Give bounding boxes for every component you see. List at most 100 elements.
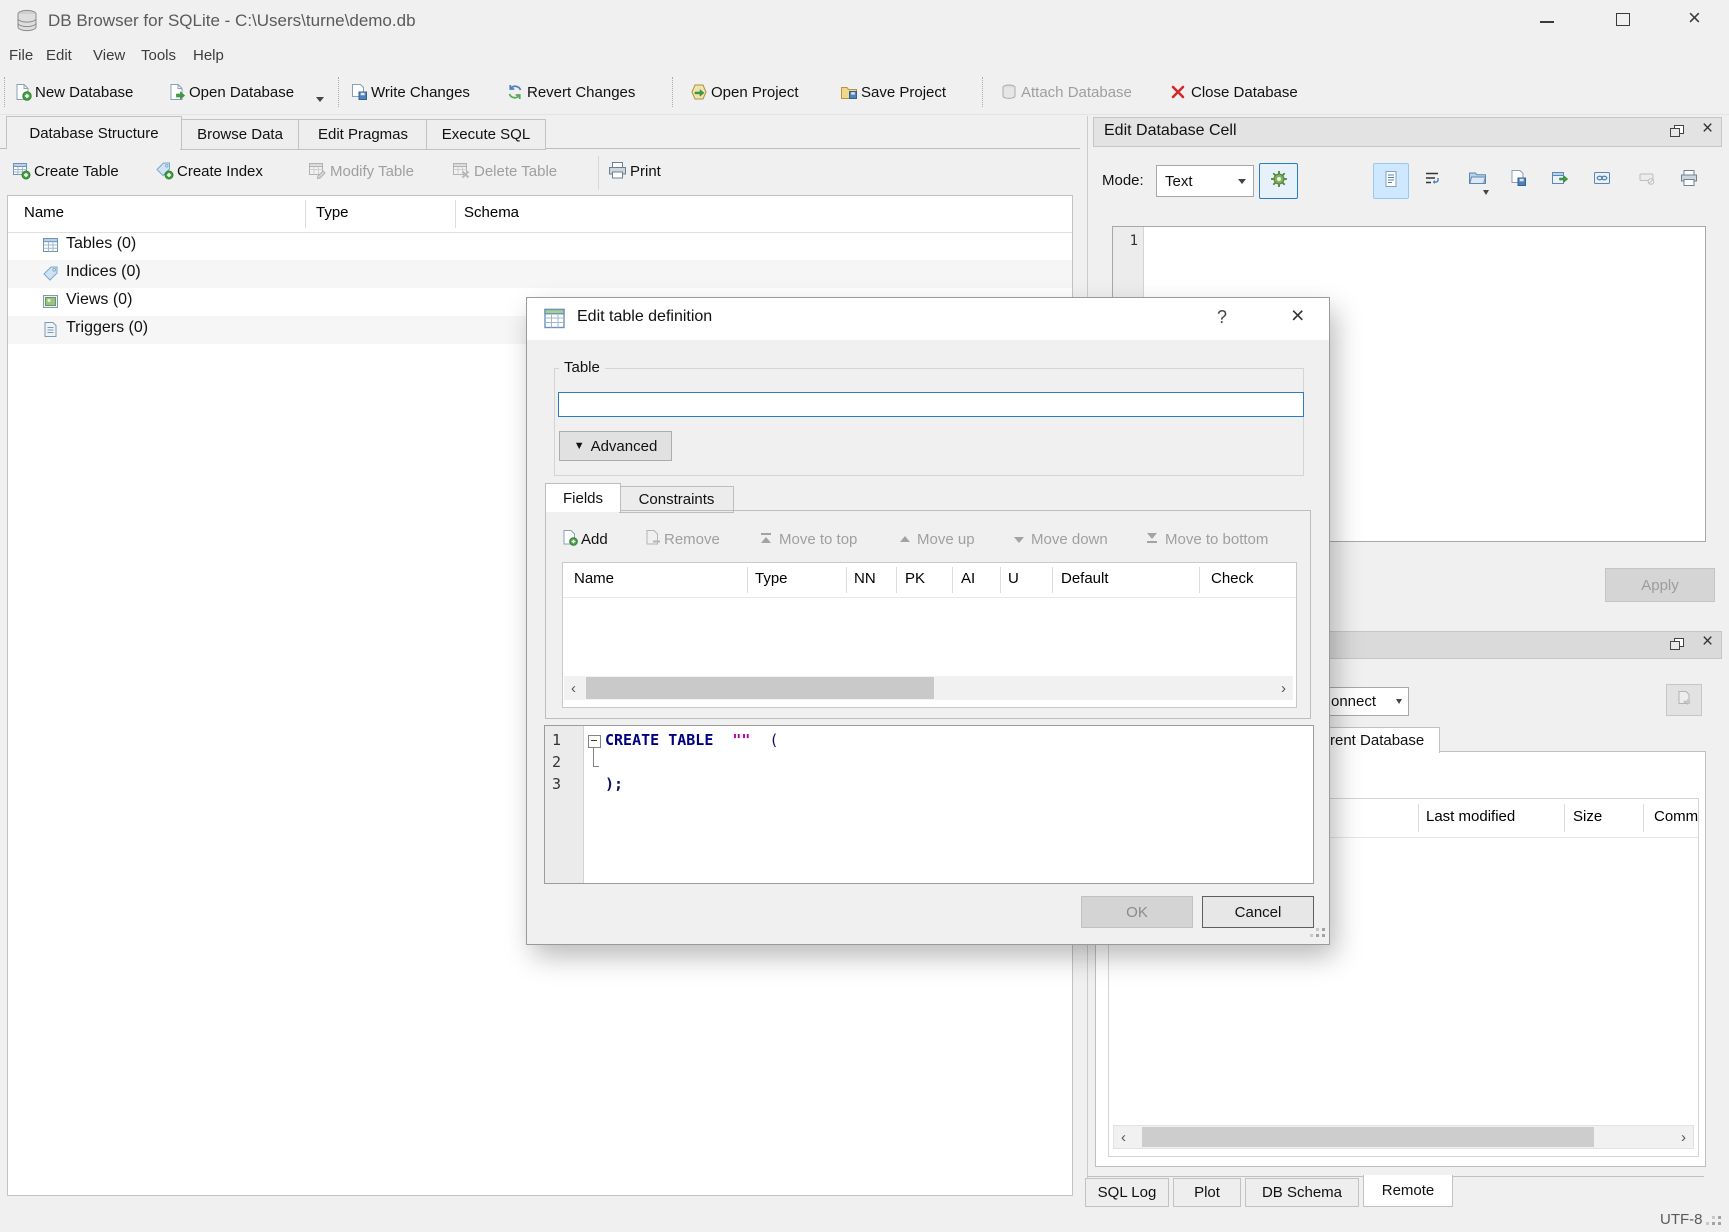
tree-col-name[interactable]: Name: [24, 204, 64, 221]
close-panel-icon[interactable]: ×: [1702, 118, 1713, 140]
apply-cell-button[interactable]: [1543, 163, 1577, 197]
remote-header-divider: [1418, 804, 1419, 832]
printer-icon: [1680, 169, 1698, 191]
set-null-button[interactable]: [1630, 163, 1664, 197]
menu-view[interactable]: View: [93, 47, 125, 64]
word-wrap-button[interactable]: [1415, 163, 1449, 197]
open-project-button[interactable]: Open Project: [711, 84, 799, 101]
table-name-input[interactable]: [558, 392, 1304, 417]
minimize-button[interactable]: [1540, 21, 1554, 23]
chevron-right-icon[interactable]: ›: [1681, 1126, 1686, 1148]
tab-fields[interactable]: Fields: [545, 483, 621, 512]
add-field-button[interactable]: Add: [581, 531, 608, 548]
new-database-button[interactable]: New Database: [35, 84, 133, 101]
tree-col-schema[interactable]: Schema: [464, 204, 519, 221]
fields-hscroll-thumb[interactable]: [586, 677, 934, 699]
identity-connect-select[interactable]: onnect: [1322, 687, 1409, 716]
dialog-close-icon[interactable]: ×: [1291, 302, 1304, 329]
remote-col-commit[interactable]: Comm: [1654, 808, 1698, 825]
advanced-toggle-button[interactable]: ▼ Advanced: [559, 431, 672, 461]
delete-table-button[interactable]: Delete Table: [474, 163, 557, 180]
open-in-window-button[interactable]: [1585, 163, 1619, 197]
tab-remote[interactable]: Remote: [1363, 1175, 1453, 1207]
print-button[interactable]: Print: [630, 163, 661, 180]
fields-header-divider: [952, 567, 953, 593]
import-dropdown-caret[interactable]: [1483, 190, 1489, 195]
chevron-left-icon[interactable]: ‹: [1121, 1126, 1126, 1148]
menu-file[interactable]: File: [9, 47, 33, 64]
remote-hscrollbar[interactable]: ‹ ›: [1113, 1125, 1694, 1149]
advanced-label: Advanced: [591, 438, 658, 455]
write-changes-button[interactable]: Write Changes: [371, 84, 470, 101]
float-panel-icon[interactable]: [1670, 638, 1684, 655]
remote-hscroll-thumb[interactable]: [1142, 1127, 1594, 1147]
fields-hscrollbar[interactable]: ‹ ›: [564, 676, 1293, 700]
apply-arrow-icon: [1551, 169, 1569, 191]
col-u[interactable]: U: [1008, 570, 1019, 587]
tab-constraints[interactable]: Constraints: [619, 486, 734, 513]
col-type[interactable]: Type: [755, 570, 788, 587]
ok-button[interactable]: OK: [1081, 896, 1193, 928]
menu-edit[interactable]: Edit: [46, 47, 72, 64]
create-index-button[interactable]: Create Index: [177, 163, 263, 180]
tab-sql-log[interactable]: SQL Log: [1085, 1178, 1169, 1207]
float-panel-icon[interactable]: [1670, 125, 1684, 142]
tab-db-schema[interactable]: DB Schema: [1245, 1178, 1359, 1207]
col-pk[interactable]: PK: [905, 570, 925, 587]
create-table-button[interactable]: Create Table: [34, 163, 119, 180]
tree-row-indices[interactable]: Indices (0): [8, 260, 1072, 288]
col-name[interactable]: Name: [574, 570, 614, 587]
move-up-button[interactable]: Move up: [917, 531, 975, 548]
tab-execute-sql[interactable]: Execute SQL: [426, 119, 546, 150]
close-database-button[interactable]: Close Database: [1191, 84, 1298, 101]
col-default[interactable]: Default: [1061, 570, 1109, 587]
menu-help[interactable]: Help: [193, 47, 224, 64]
tab-database-structure[interactable]: Database Structure: [6, 116, 182, 149]
attach-database-button[interactable]: Attach Database: [1021, 84, 1132, 101]
col-ai[interactable]: AI: [961, 570, 975, 587]
fold-marker-icon[interactable]: [588, 735, 601, 748]
modify-table-button[interactable]: Modify Table: [330, 163, 414, 180]
remote-col-last-modified[interactable]: Last modified: [1426, 808, 1515, 825]
move-to-bottom-button[interactable]: Move to bottom: [1165, 531, 1268, 548]
open-database-button[interactable]: Open Database: [189, 84, 294, 101]
tree-row-tables[interactable]: Tables (0): [8, 232, 1072, 260]
tab-current-database[interactable]: rent Database: [1318, 727, 1440, 753]
export-data-button[interactable]: [1501, 163, 1535, 197]
import-data-button[interactable]: [1459, 163, 1495, 197]
help-icon[interactable]: ?: [1217, 307, 1227, 328]
revert-changes-button[interactable]: Revert Changes: [527, 84, 635, 101]
sql-line-number: 3: [552, 775, 561, 793]
encoding-indicator[interactable]: UTF-8: [1660, 1211, 1703, 1228]
tab-plot[interactable]: Plot: [1173, 1178, 1241, 1207]
auto-mode-button[interactable]: [1259, 163, 1298, 199]
menu-tools[interactable]: Tools: [141, 47, 176, 64]
toolbar-separator: [982, 77, 983, 107]
tab-browse-data[interactable]: Browse Data: [180, 119, 300, 150]
push-database-button[interactable]: [1666, 684, 1702, 716]
chevron-left-icon[interactable]: ‹: [571, 676, 576, 700]
col-nn[interactable]: NN: [854, 570, 876, 587]
dialog-resize-grip[interactable]: [1316, 934, 1319, 937]
resize-grip[interactable]: [1712, 1222, 1715, 1225]
mode-select[interactable]: Text: [1156, 165, 1254, 197]
print-cell-button[interactable]: [1672, 163, 1706, 197]
col-check[interactable]: Check: [1211, 570, 1254, 587]
open-database-dropdown-caret[interactable]: [316, 97, 324, 102]
line-number: 1: [1130, 233, 1138, 249]
move-to-top-button[interactable]: Move to top: [779, 531, 857, 548]
tab-edit-pragmas[interactable]: Edit Pragmas: [298, 119, 428, 150]
maximize-button[interactable]: [1616, 13, 1630, 26]
save-project-button[interactable]: Save Project: [861, 84, 946, 101]
close-button[interactable]: ×: [1688, 5, 1701, 31]
chevron-right-icon[interactable]: ›: [1281, 676, 1286, 700]
remote-col-size[interactable]: Size: [1573, 808, 1602, 825]
tree-col-type[interactable]: Type: [316, 204, 349, 221]
text-mode-toggle[interactable]: [1373, 163, 1409, 199]
close-panel-icon[interactable]: ×: [1702, 631, 1713, 653]
apply-button[interactable]: Apply: [1605, 568, 1715, 602]
cancel-button[interactable]: Cancel: [1202, 896, 1314, 928]
move-down-button[interactable]: Move down: [1031, 531, 1108, 548]
remove-field-button[interactable]: Remove: [664, 531, 720, 548]
toolbar-separator: [672, 77, 673, 107]
